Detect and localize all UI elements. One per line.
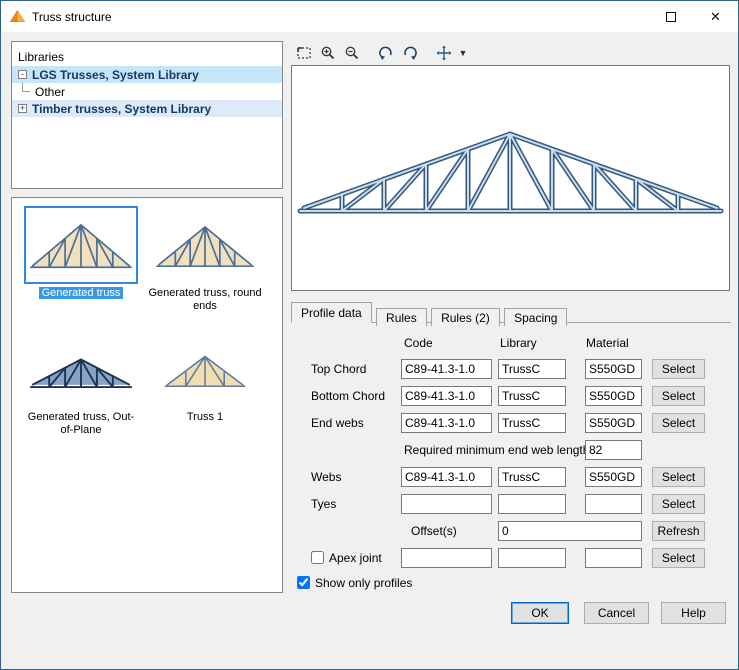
apex-joint-select-button[interactable]: Select bbox=[652, 548, 705, 568]
bottom-chord-select-button[interactable]: Select bbox=[652, 386, 705, 406]
zoom-out-icon[interactable] bbox=[340, 42, 364, 63]
apex-joint-label: Apex joint bbox=[329, 550, 382, 570]
webs-material-field[interactable] bbox=[585, 467, 642, 487]
end-webs-select-button[interactable]: Select bbox=[652, 413, 705, 433]
end-webs-material-field[interactable] bbox=[585, 413, 642, 433]
cancel-button[interactable]: Cancel bbox=[584, 602, 649, 624]
help-button[interactable]: Help bbox=[661, 602, 726, 624]
offsets-field[interactable] bbox=[498, 521, 642, 541]
close-icon[interactable]: ✕ bbox=[693, 1, 738, 32]
maximize-icon[interactable] bbox=[648, 1, 693, 32]
truss-thumbnail bbox=[24, 330, 138, 408]
column-header-material: Material bbox=[586, 333, 629, 353]
tyes-material-field[interactable] bbox=[585, 494, 642, 514]
expand-icon[interactable]: + bbox=[18, 104, 27, 113]
bottom-chord-material-field[interactable] bbox=[585, 386, 642, 406]
collapse-icon[interactable]: - bbox=[18, 70, 27, 79]
truss-thumbnail-image bbox=[152, 214, 258, 276]
thumbnail-caption: Generated truss, Out-of-Plane bbox=[22, 411, 140, 437]
apex-joint-library-field[interactable] bbox=[498, 548, 566, 568]
end-webs-library-field[interactable] bbox=[498, 413, 566, 433]
webs-select-button[interactable]: Select bbox=[652, 467, 705, 487]
tab-profile-data[interactable]: Profile data bbox=[291, 302, 372, 323]
bottom-chord-code-field[interactable] bbox=[401, 386, 492, 406]
rotate-ccw-icon[interactable] bbox=[374, 42, 398, 63]
titlebar[interactable]: Truss structure ✕ bbox=[1, 1, 738, 32]
tree-item-label: Other bbox=[35, 85, 65, 99]
marquee-zoom-icon[interactable] bbox=[292, 42, 316, 63]
tyes-library-field[interactable] bbox=[498, 494, 566, 514]
libraries-tree-panel: Libraries - LGS Trusses, System Library … bbox=[11, 41, 283, 189]
column-header-library: Library bbox=[500, 333, 537, 353]
zoom-in-icon[interactable] bbox=[316, 42, 340, 63]
chevron-down-icon[interactable]: ▼ bbox=[456, 42, 470, 63]
column-header-code: Code bbox=[404, 333, 433, 353]
gallery-item-generated-truss[interactable]: Generated truss bbox=[22, 206, 140, 300]
ok-button[interactable]: OK bbox=[511, 602, 569, 624]
tyes-select-button[interactable]: Select bbox=[652, 494, 705, 514]
tree-item-lgs-trusses[interactable]: - LGS Trusses, System Library bbox=[12, 66, 282, 83]
gallery-item-generated-truss-out-of-plane[interactable]: Generated truss, Out-of-Plane bbox=[22, 330, 140, 437]
bottom-chord-label: Bottom Chord bbox=[311, 386, 385, 406]
tab-spacing[interactable]: Spacing bbox=[504, 308, 567, 326]
webs-library-field[interactable] bbox=[498, 467, 566, 487]
tyes-code-field[interactable] bbox=[401, 494, 492, 514]
libraries-header: Libraries bbox=[12, 48, 282, 66]
preview-toolbar: ▼ bbox=[292, 42, 470, 63]
truss-thumbnail-image bbox=[28, 338, 134, 400]
thumbnail-caption: Generated truss bbox=[22, 287, 140, 300]
truss-thumbnail-image bbox=[157, 343, 253, 395]
truss-gallery: Generated truss Generated truss, round e… bbox=[11, 197, 283, 593]
pan-icon[interactable] bbox=[432, 42, 456, 63]
end-webs-code-field[interactable] bbox=[401, 413, 492, 433]
gallery-item-generated-truss-round-ends[interactable]: Generated truss, round ends bbox=[146, 206, 264, 313]
tree-item-label: LGS Trusses, System Library bbox=[32, 68, 199, 82]
tree-item-label: Timber trusses, System Library bbox=[32, 102, 211, 116]
tab-rules[interactable]: Rules bbox=[376, 308, 427, 326]
min-end-web-length-label: Required minimum end web length bbox=[404, 440, 589, 460]
tree-item-other[interactable]: Other bbox=[12, 83, 282, 100]
thumbnail-caption: Generated truss, round ends bbox=[146, 287, 264, 313]
min-end-web-length-field[interactable] bbox=[585, 440, 642, 460]
webs-code-field[interactable] bbox=[401, 467, 492, 487]
tab-rules-2[interactable]: Rules (2) bbox=[431, 308, 500, 326]
apex-joint-material-field[interactable] bbox=[585, 548, 642, 568]
top-chord-code-field[interactable] bbox=[401, 359, 492, 379]
tree-item-timber-trusses[interactable]: + Timber trusses, System Library bbox=[12, 100, 282, 117]
rotate-cw-icon[interactable] bbox=[398, 42, 422, 63]
truss-thumbnail bbox=[148, 330, 262, 408]
truss-preview[interactable] bbox=[291, 65, 730, 291]
apex-joint-code-field[interactable] bbox=[401, 548, 492, 568]
top-chord-library-field[interactable] bbox=[498, 359, 566, 379]
truss-preview-drawing bbox=[292, 66, 729, 290]
app-icon bbox=[9, 8, 26, 25]
offsets-refresh-button[interactable]: Refresh bbox=[652, 521, 705, 541]
top-chord-material-field[interactable] bbox=[585, 359, 642, 379]
top-chord-label: Top Chord bbox=[311, 359, 366, 379]
end-webs-label: End webs bbox=[311, 413, 364, 433]
offsets-label: Offset(s) bbox=[411, 521, 457, 541]
thumbnail-caption: Truss 1 bbox=[146, 411, 264, 424]
tree-branch-line bbox=[22, 83, 30, 92]
top-chord-select-button[interactable]: Select bbox=[652, 359, 705, 379]
truss-structure-dialog: Truss structure ✕ Libraries - LGS Trusse… bbox=[0, 0, 739, 670]
show-only-profiles-label: Show only profiles bbox=[315, 575, 412, 595]
apex-joint-checkbox[interactable] bbox=[311, 551, 324, 564]
window-title: Truss structure bbox=[32, 10, 112, 24]
truss-thumbnail bbox=[148, 206, 262, 284]
bottom-chord-library-field[interactable] bbox=[498, 386, 566, 406]
show-only-profiles-checkbox[interactable] bbox=[297, 576, 310, 589]
truss-thumbnail bbox=[24, 206, 138, 284]
tyes-label: Tyes bbox=[311, 494, 336, 514]
gallery-item-truss-1[interactable]: Truss 1 bbox=[146, 330, 264, 424]
tabstrip: Profile data Rules Rules (2) Spacing bbox=[291, 302, 731, 323]
webs-label: Webs bbox=[311, 467, 341, 487]
truss-thumbnail-image bbox=[28, 214, 134, 276]
